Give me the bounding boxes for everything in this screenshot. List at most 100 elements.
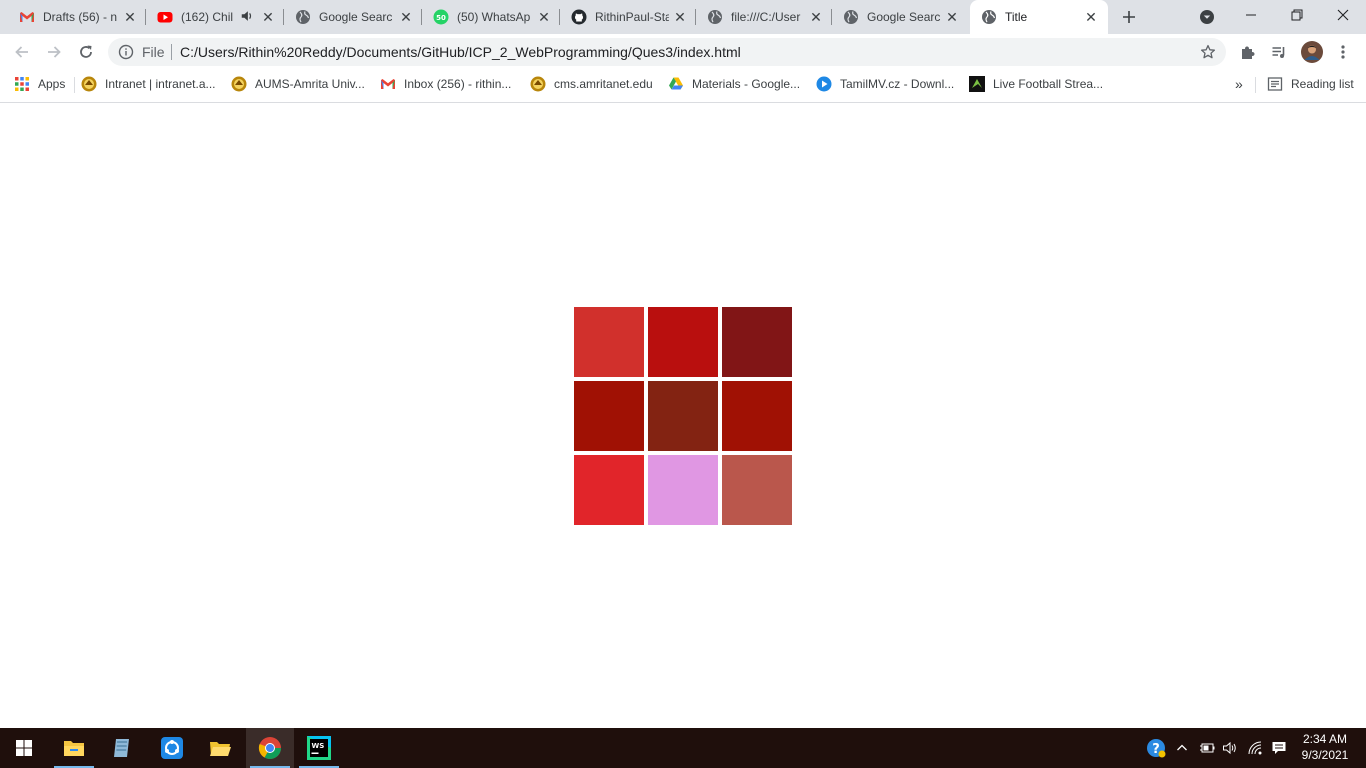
whatsapp-icon: 50 (433, 9, 449, 25)
tab-google-search-2[interactable]: Google Searc ✕ (832, 0, 968, 34)
close-icon[interactable]: ✕ (260, 9, 276, 25)
tab-label: Google Searc (867, 10, 941, 24)
close-icon[interactable]: ✕ (536, 9, 552, 25)
bookmarks-overflow-button[interactable]: » (1235, 76, 1243, 92)
bookmark-live-football[interactable]: Live Football Strea... (969, 76, 1103, 92)
action-center-button[interactable] (1269, 738, 1289, 758)
close-window-button[interactable] (1320, 0, 1366, 30)
taskbar-sync-app[interactable] (148, 728, 196, 768)
sync-app-icon (161, 737, 183, 759)
extensions-button[interactable] (1236, 40, 1260, 64)
close-icon[interactable]: ✕ (122, 9, 138, 25)
tab-label: (50) WhatsAp (457, 10, 531, 24)
bookmark-materials[interactable]: Materials - Google... (668, 76, 800, 92)
tab-youtube[interactable]: (162) Chil ✕ (146, 0, 284, 34)
tab-label: Drafts (56) - n (43, 10, 117, 24)
tab-label: Google Searc (319, 10, 393, 24)
windows-logo-icon (16, 740, 32, 756)
bookmark-tamilmv[interactable]: TamilMV.cz - Downl... (816, 76, 954, 92)
apps-grid-icon (15, 77, 29, 91)
youtube-icon (157, 12, 173, 23)
url-text[interactable]: C:/Users/Rithin%20Reddy/Documents/GitHub… (180, 44, 741, 60)
info-icon[interactable] (118, 44, 134, 60)
bookmark-apps[interactable]: Apps (14, 76, 65, 92)
color-grid (574, 307, 792, 525)
speaker-icon (1223, 741, 1236, 755)
tab-whatsapp[interactable]: 50 (50) WhatsAp ✕ (422, 0, 560, 34)
speaker-icon[interactable] (240, 9, 254, 23)
bookmark-inbox[interactable]: Inbox (256) - rithin... (380, 76, 511, 92)
taskbar-webstorm[interactable]: WS (295, 728, 343, 768)
media-controls-button[interactable] (1267, 40, 1291, 64)
chevron-double-right-icon: » (1235, 76, 1243, 92)
bookmark-aums[interactable]: AUMS-Amrita Univ... (231, 76, 365, 92)
tray-overflow-button[interactable] (1172, 738, 1192, 758)
start-button[interactable] (0, 728, 48, 768)
bookmark-label: TamilMV.cz - Downl... (840, 77, 955, 91)
profile-button[interactable] (1300, 40, 1324, 64)
battery-button[interactable] (1197, 738, 1217, 758)
notepad-icon (114, 739, 129, 757)
grid-cell (648, 455, 718, 525)
tab-label: Title (1005, 10, 1028, 24)
taskbar-chrome[interactable] (246, 728, 294, 768)
bookmark-cms[interactable]: cms.amritanet.edu (530, 76, 653, 92)
address-bar[interactable]: File C:/Users/Rithin%20Reddy/Documents/G… (108, 38, 1226, 66)
globe-icon (296, 10, 310, 24)
back-button[interactable] (10, 40, 34, 64)
close-icon[interactable]: ✕ (672, 9, 688, 25)
close-icon (1337, 9, 1349, 21)
help-tray-button[interactable]: ? (1144, 736, 1168, 760)
amrita-logo-icon (231, 76, 247, 92)
play-circle-icon (816, 76, 832, 92)
tab-label: file:///C:/User (731, 10, 801, 24)
grid-cell (648, 381, 718, 451)
chrome-icon (258, 737, 281, 759)
bookmark-label: Inbox (256) - rithin... (404, 77, 512, 91)
bookmark-label: Apps (38, 77, 66, 91)
taskbar-file-explorer[interactable] (50, 728, 98, 768)
tab-search-button[interactable] (1197, 7, 1217, 27)
taskbar-folder[interactable] (196, 728, 244, 768)
grid-cell (574, 381, 644, 451)
reload-icon (80, 45, 92, 58)
tab-gmail-drafts[interactable]: Drafts (56) - n ✕ (8, 0, 146, 34)
close-icon[interactable]: ✕ (1083, 9, 1099, 25)
reading-list-button[interactable]: Reading list (1267, 76, 1354, 92)
close-icon[interactable]: ✕ (808, 9, 824, 25)
volume-button[interactable] (1220, 738, 1240, 758)
google-drive-icon (669, 77, 683, 90)
media-queue-icon (1272, 47, 1285, 58)
puzzle-icon (1242, 46, 1255, 59)
tab-file[interactable]: file:///C:/User ✕ (696, 0, 832, 34)
restore-button[interactable] (1274, 0, 1320, 30)
tab-github[interactable]: RithinPaul-Sta ✕ (560, 0, 696, 34)
clock-time: 2:34 AM (1302, 732, 1348, 746)
avatar (1301, 41, 1323, 63)
bookmark-intranet[interactable]: Intranet | intranet.a... (81, 76, 216, 92)
taskbar-notepad[interactable] (98, 728, 146, 768)
omnibox-divider (171, 44, 172, 60)
tab-google-search-1[interactable]: Google Searc ✕ (284, 0, 422, 34)
file-explorer-icon (64, 741, 84, 756)
tab-title-active[interactable]: Title ✕ (970, 0, 1108, 34)
star-icon[interactable] (1200, 44, 1216, 60)
chrome-menu-button[interactable] (1334, 40, 1352, 64)
bookmark-separator (74, 77, 75, 93)
notification-icon (1272, 742, 1286, 754)
close-icon[interactable]: ✕ (398, 9, 414, 25)
new-tab-button[interactable] (1117, 5, 1141, 29)
reload-button[interactable] (74, 40, 98, 64)
gmail-icon (20, 12, 34, 22)
globe-icon (982, 10, 996, 24)
grid-cell (722, 455, 792, 525)
bookmark-separator (1255, 77, 1256, 93)
close-icon[interactable]: ✕ (944, 9, 960, 25)
battery-charging-icon (1200, 743, 1215, 753)
forward-button[interactable] (42, 40, 66, 64)
bookmark-label: Intranet | intranet.a... (105, 77, 216, 91)
clock[interactable]: 2:34 AM 9/3/2021 (1296, 731, 1354, 765)
reading-list-icon (1267, 77, 1283, 91)
network-button[interactable] (1245, 738, 1265, 758)
minimize-button[interactable] (1228, 0, 1274, 30)
